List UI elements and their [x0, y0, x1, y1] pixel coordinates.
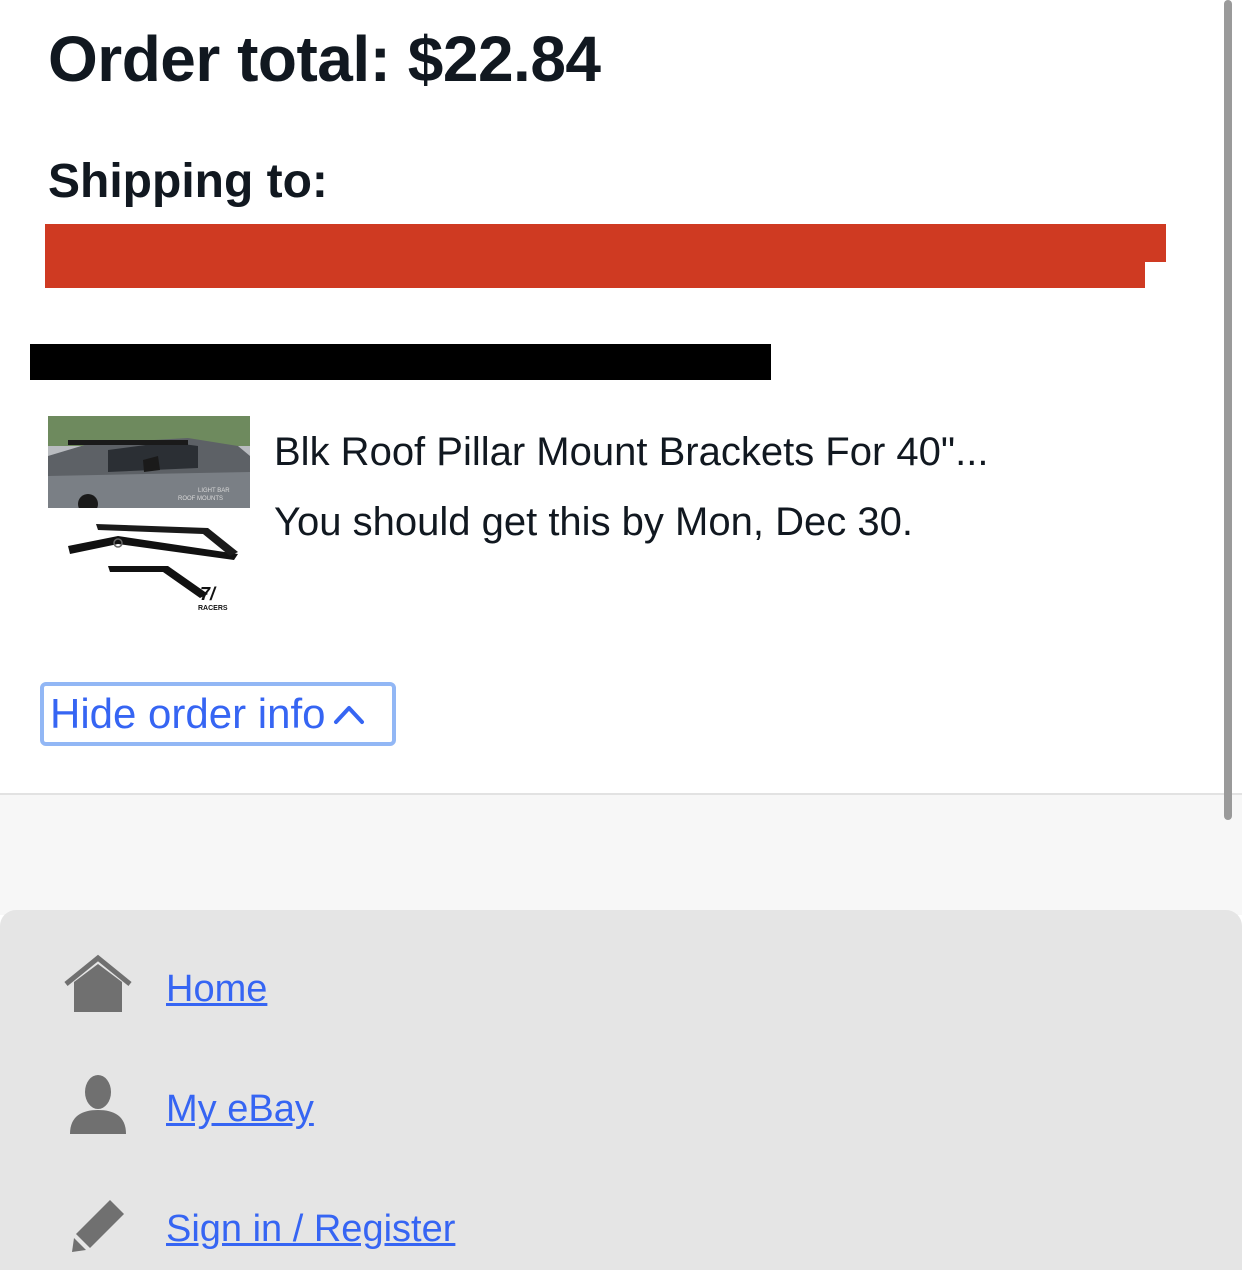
item-title[interactable]: Blk Roof Pillar Mount Brackets For 40"..… — [274, 430, 988, 475]
order-summary: Order total: $22.84 Shipping to: LIGHT B… — [0, 0, 1242, 795]
home-icon — [64, 954, 132, 1012]
sign-in-register-link[interactable]: Sign in / Register — [166, 1208, 455, 1251]
footer-item-my-ebay[interactable]: My eBay — [0, 1070, 700, 1140]
user-icon — [70, 1075, 126, 1134]
scrollbar[interactable] — [1224, 0, 1232, 820]
hide-order-info-button[interactable]: Hide order info — [40, 682, 396, 746]
pencil-icon — [72, 1200, 124, 1252]
svg-text:ROOF MOUNTS: ROOF MOUNTS — [178, 496, 223, 502]
footer-nav: Home My eBay Sign in / Register — [0, 910, 1242, 1270]
home-link[interactable]: Home — [166, 968, 267, 1011]
order-total: Order total: $22.84 — [48, 23, 601, 95]
product-image: LIGHT BAR ROOF MOUNTS 7/ RACERS — [48, 416, 250, 616]
svg-text:LIGHT BAR: LIGHT BAR — [198, 488, 230, 494]
chevron-up-icon — [334, 706, 365, 724]
svg-text:7/: 7/ — [200, 584, 217, 604]
svg-text:RACERS: RACERS — [198, 605, 228, 612]
redacted-address — [45, 224, 1166, 288]
section-gap — [0, 795, 1242, 915]
delivery-estimate: You should get this by Mon, Dec 30. — [274, 500, 913, 544]
redacted-line — [30, 344, 771, 380]
item-thumbnail[interactable]: LIGHT BAR ROOF MOUNTS 7/ RACERS — [48, 416, 250, 616]
redaction-edge — [1145, 262, 1169, 296]
footer-item-sign-in[interactable]: Sign in / Register — [0, 1188, 700, 1258]
shipping-to-label: Shipping to: — [48, 155, 328, 208]
my-ebay-link[interactable]: My eBay — [166, 1088, 314, 1131]
footer-item-home[interactable]: Home — [0, 950, 700, 1020]
hide-order-info-label: Hide order info — [50, 690, 326, 737]
